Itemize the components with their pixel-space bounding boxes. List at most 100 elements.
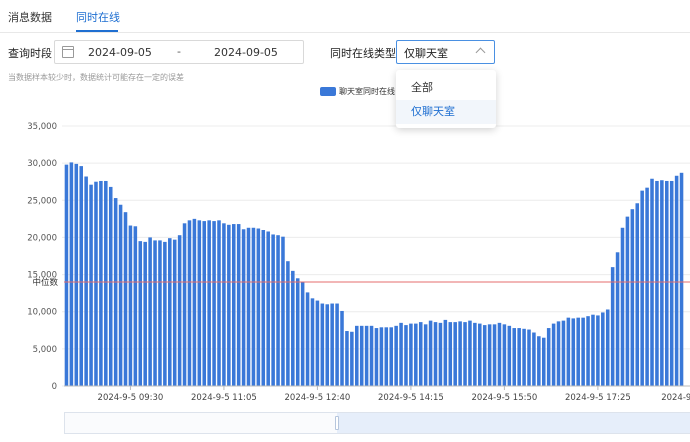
y-tick-label: 30,000 bbox=[27, 159, 57, 169]
bar bbox=[89, 184, 93, 386]
bar bbox=[281, 236, 285, 386]
bar bbox=[168, 238, 172, 386]
bar bbox=[679, 172, 684, 386]
bar bbox=[517, 328, 521, 386]
bar bbox=[300, 282, 305, 386]
bar bbox=[340, 310, 344, 386]
bar bbox=[74, 163, 79, 386]
x-tick-label: 2024-9-5 14:15 bbox=[378, 393, 444, 403]
bar bbox=[138, 241, 143, 386]
bar bbox=[202, 221, 207, 386]
bar bbox=[359, 325, 364, 386]
x-tick-label: 2024-9-5 15:50 bbox=[472, 393, 538, 403]
bar bbox=[148, 237, 152, 386]
bar bbox=[276, 235, 280, 386]
bar bbox=[325, 304, 330, 386]
bar bbox=[438, 322, 443, 386]
online-type-dropdown: 全部 仅聊天室 bbox=[396, 70, 496, 128]
bar bbox=[177, 235, 182, 386]
bar bbox=[104, 180, 108, 386]
x-tick-label: 2024-9-5 09:30 bbox=[98, 393, 164, 403]
bar bbox=[108, 186, 113, 386]
bar bbox=[660, 180, 664, 386]
bar bbox=[635, 203, 640, 386]
option-chatroom-only[interactable]: 仅聊天室 bbox=[396, 100, 496, 124]
data-zoom-selected-range[interactable] bbox=[337, 413, 690, 433]
bar bbox=[665, 180, 669, 386]
bar bbox=[271, 234, 275, 386]
bar bbox=[487, 324, 492, 386]
bar bbox=[369, 325, 374, 386]
bar bbox=[596, 315, 600, 386]
bar bbox=[478, 323, 482, 386]
bar bbox=[241, 229, 246, 386]
bar bbox=[182, 223, 187, 386]
bar bbox=[384, 327, 389, 386]
bar bbox=[64, 164, 69, 386]
x-tick-label: 2024-9-5 11:05 bbox=[191, 393, 257, 403]
bar bbox=[379, 327, 384, 386]
bar bbox=[433, 322, 438, 386]
bar bbox=[669, 180, 674, 386]
bar bbox=[512, 328, 517, 386]
bar bbox=[625, 216, 630, 386]
bar bbox=[655, 180, 659, 386]
bar bbox=[153, 240, 157, 386]
bar bbox=[541, 337, 546, 386]
data-zoom-left-handle[interactable] bbox=[335, 416, 339, 430]
bar bbox=[350, 331, 354, 386]
bar bbox=[364, 325, 369, 386]
bar bbox=[620, 227, 625, 386]
bar bbox=[389, 327, 393, 386]
bar bbox=[615, 252, 620, 386]
x-tick-label: 2024-9-5 19:0 bbox=[661, 393, 690, 403]
bar bbox=[246, 227, 251, 386]
bar bbox=[84, 176, 88, 386]
bar bbox=[320, 303, 325, 386]
bar bbox=[187, 220, 192, 386]
bar bbox=[99, 180, 103, 386]
bar bbox=[630, 209, 635, 386]
bar bbox=[586, 316, 590, 386]
bar bbox=[192, 218, 197, 386]
bar bbox=[551, 323, 556, 386]
bar bbox=[236, 224, 241, 386]
bar bbox=[507, 325, 512, 386]
bar bbox=[458, 321, 462, 386]
bar bbox=[571, 318, 576, 386]
bar bbox=[143, 241, 147, 386]
bar bbox=[79, 166, 83, 386]
bar bbox=[266, 231, 270, 386]
y-tick-label: 10,000 bbox=[27, 308, 57, 318]
bar bbox=[532, 332, 536, 386]
bar bbox=[453, 322, 457, 386]
data-zoom-slider[interactable] bbox=[64, 412, 690, 434]
bar bbox=[197, 220, 202, 386]
bar bbox=[305, 292, 310, 386]
bar bbox=[113, 198, 118, 386]
bar bbox=[310, 298, 315, 386]
bar bbox=[482, 325, 487, 386]
bar bbox=[428, 320, 433, 386]
bar bbox=[423, 324, 428, 386]
y-tick-label: 0 bbox=[52, 382, 57, 392]
bar bbox=[256, 228, 261, 386]
median-label: 中位数 bbox=[32, 277, 58, 288]
bar bbox=[345, 331, 349, 386]
bar bbox=[222, 223, 226, 386]
bar bbox=[674, 175, 679, 386]
bar bbox=[497, 322, 502, 386]
concurrent-online-chart: 05,00010,00015,00020,00025,00030,00035,0… bbox=[27, 122, 690, 430]
y-tick-label: 25,000 bbox=[27, 196, 57, 206]
bar bbox=[128, 225, 133, 386]
bar bbox=[527, 329, 531, 386]
bar bbox=[212, 221, 216, 386]
bar bbox=[251, 227, 256, 386]
option-all[interactable]: 全部 bbox=[396, 76, 496, 100]
bar bbox=[556, 321, 561, 386]
bar bbox=[399, 322, 403, 386]
y-tick-label: 20,000 bbox=[27, 233, 57, 243]
bar bbox=[537, 336, 541, 386]
bar bbox=[468, 320, 472, 386]
bar bbox=[418, 322, 423, 386]
